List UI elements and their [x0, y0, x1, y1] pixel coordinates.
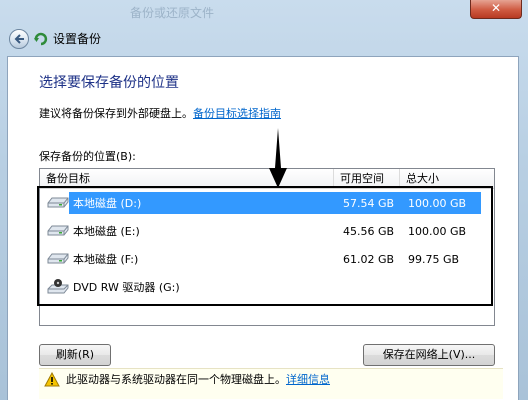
hard-drive-icon: [47, 253, 69, 264]
drive-total-size: 100.00 GB: [408, 225, 467, 238]
drive-total-size: 99.75 GB: [408, 253, 460, 266]
hard-drive-icon: [47, 225, 69, 236]
drive-free-space: 57.54 GB: [343, 197, 395, 210]
backup-guide-link[interactable]: 备份目标选择指南: [193, 107, 281, 120]
warning-bar: 此驱动器与系统驱动器在同一个物理磁盘上。详细信息: [39, 368, 503, 399]
dvd-drive-icon: [47, 279, 69, 294]
list-row-drive-f[interactable]: 本地磁盘 (F:) 61.02 GB 99.75 GB: [41, 248, 493, 272]
background-window-title: 备份或还原文件: [130, 6, 215, 20]
column-header-free-space[interactable]: 可用空间: [334, 169, 400, 188]
list-row-drive-e[interactable]: 本地磁盘 (E:) 45.56 GB 100.00 GB: [41, 220, 493, 244]
list-header: 备份目标 可用空间 总大小: [40, 169, 494, 189]
annotation-arrow-icon: [269, 128, 287, 188]
hard-drive-icon: [47, 197, 69, 208]
drive-name: 本地磁盘 (D:): [73, 197, 142, 210]
save-location-label: 保存备份的位置(B):: [39, 150, 136, 163]
list-row-drive-g[interactable]: DVD RW 驱动器 (G:): [41, 276, 493, 300]
warning-text: 此驱动器与系统驱动器在同一个物理磁盘上。详细信息: [66, 372, 330, 388]
drive-free-space: 45.56 GB: [343, 225, 395, 238]
column-header-destination[interactable]: 备份目标: [40, 169, 334, 188]
drive-name: 本地磁盘 (F:): [73, 253, 139, 266]
back-arrow-icon: [14, 34, 24, 44]
back-button[interactable]: [9, 29, 29, 49]
window-title: 设置备份: [53, 32, 102, 46]
column-header-total-size[interactable]: 总大小: [400, 169, 494, 188]
drive-name: DVD RW 驱动器 (G:): [73, 281, 180, 294]
list-row-drive-d[interactable]: 本地磁盘 (D:) 57.54 GB 100.00 GB: [41, 192, 493, 216]
details-link[interactable]: 详细信息: [286, 373, 330, 386]
warning-message: 此驱动器与系统驱动器在同一个物理磁盘上。: [66, 373, 286, 386]
backup-app-icon: [34, 32, 48, 46]
drive-name: 本地磁盘 (E:): [73, 225, 140, 238]
advice-text: 建议将备份保存到外部硬盘上。备份目标选择指南: [39, 106, 281, 122]
warning-icon: [44, 372, 60, 387]
wizard-content: 选择要保存备份的位置 建议将备份保存到外部硬盘上。备份目标选择指南 保存备份的位…: [7, 56, 519, 400]
advice-label: 建议将备份保存到外部硬盘上。: [39, 107, 193, 120]
refresh-button[interactable]: 刷新(R): [39, 344, 111, 366]
page-heading: 选择要保存备份的位置: [39, 75, 179, 91]
close-icon: ✕: [490, 1, 502, 15]
drive-free-space: 61.02 GB: [343, 253, 395, 266]
title-bar: 设置备份: [0, 24, 528, 56]
drive-total-size: 100.00 GB: [408, 197, 467, 210]
save-on-network-button[interactable]: 保存在网络上(V)...: [363, 344, 495, 366]
close-button[interactable]: ✕: [470, 0, 522, 19]
backup-destination-list[interactable]: 备份目标 可用空间 总大小 本地磁盘 (D:) 57.54 GB 100.00 …: [39, 168, 495, 326]
